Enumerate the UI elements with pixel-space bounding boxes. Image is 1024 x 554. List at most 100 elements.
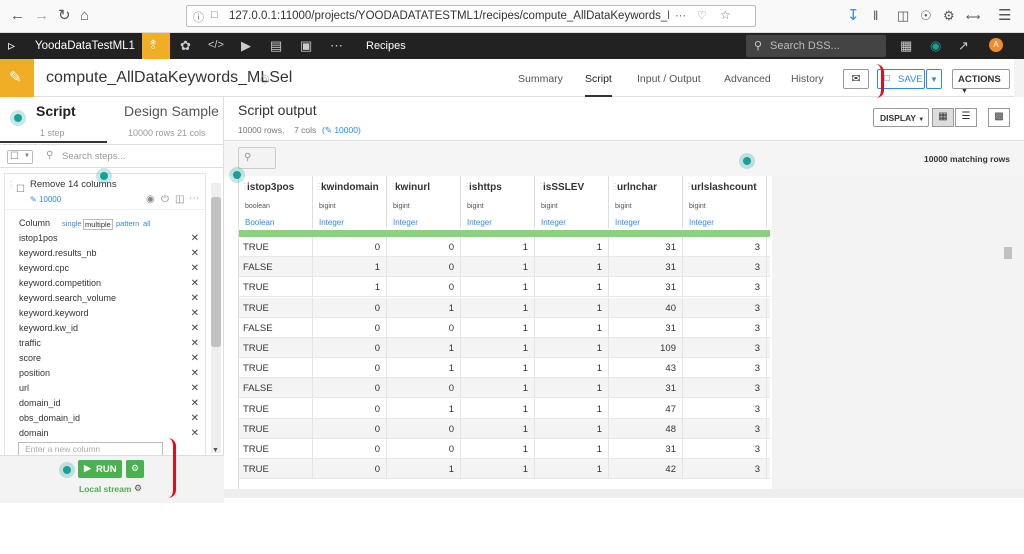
column-meaning[interactable]: Integer	[541, 218, 566, 227]
actions-button[interactable]: ACTIONS ▼	[952, 69, 1010, 95]
drag-handle-icon[interactable]: ⋮	[7, 180, 15, 189]
table-cell[interactable]: 0	[313, 237, 387, 257]
table-cell[interactable]: 1	[461, 398, 535, 419]
table-cell[interactable]: 0	[387, 418, 461, 439]
table-cell[interactable]: 0	[313, 398, 387, 419]
remove-column-icon[interactable]: ✕	[191, 428, 199, 439]
table-cell[interactable]: TRUE	[239, 297, 313, 318]
table-cell[interactable]: 47	[609, 398, 683, 419]
table-cell[interactable]: 1	[461, 418, 535, 439]
table-cell[interactable]: 1	[387, 297, 461, 318]
column-meaning[interactable]: Boolean	[245, 218, 274, 227]
step-checkbox[interactable]: ☐	[16, 184, 25, 195]
remove-columns-step[interactable]: ⋮ ☐ Remove 14 columns ✎ 10000 ◉ ⏻ ◫ ⋯ Co…	[4, 173, 206, 456]
table-cell[interactable]: 0	[313, 317, 387, 338]
forward-icon[interactable]: →	[34, 7, 49, 25]
extension2-icon[interactable]: ⟷	[966, 9, 980, 27]
tab-design-sample[interactable]: Design Sample	[124, 103, 219, 119]
table-cell[interactable]: 0	[313, 338, 387, 358]
table-cell[interactable]: 1	[461, 358, 535, 379]
dataiku-logo-icon[interactable]: ▹	[8, 37, 15, 54]
help-icon[interactable]: ◉	[930, 38, 941, 54]
table-cell[interactable]: 1	[535, 338, 609, 358]
back-icon[interactable]: ←	[10, 7, 25, 25]
table-cell[interactable]: 0	[313, 439, 387, 459]
table-cell[interactable]: 1	[387, 338, 461, 358]
table-cell[interactable]: 1	[535, 358, 609, 379]
table-cell[interactable]: 1	[535, 297, 609, 318]
table-cell[interactable]: 3	[683, 317, 767, 338]
table-cell[interactable]: 0	[387, 237, 461, 257]
drag-handle-icon[interactable]: ⋮	[463, 182, 471, 191]
table-cell[interactable]: 40	[609, 297, 683, 318]
table-cell[interactable]: 0	[313, 378, 387, 399]
tab-advanced[interactable]: Advanced	[724, 73, 771, 85]
table-cell[interactable]: TRUE	[239, 358, 313, 379]
eye-icon[interactable]: ◉	[146, 194, 155, 205]
remove-column-icon[interactable]: ✕	[191, 248, 199, 259]
save-button[interactable]: □ SAVE	[877, 69, 925, 89]
column-meaning[interactable]: Integer	[393, 218, 418, 227]
step-more-icon[interactable]: ⋯	[189, 193, 199, 204]
column-header[interactable]: urlslashcount bigint Integer ⋮	[683, 176, 767, 228]
table-cell[interactable]: 42	[609, 459, 683, 480]
column-header[interactable]: isSSLEV bigint Integer ⋮	[535, 176, 609, 228]
table-cell[interactable]: 1	[313, 257, 387, 278]
column-name[interactable]: kwindomain	[321, 182, 379, 193]
flow-button[interactable]: ⥉	[142, 33, 170, 59]
table-cell[interactable]: 1	[535, 237, 609, 257]
table-cell[interactable]: 31	[609, 439, 683, 459]
table-cell[interactable]: 1	[461, 459, 535, 480]
remove-column-icon[interactable]: ✕	[191, 323, 199, 334]
table-cell[interactable]: 1	[461, 237, 535, 257]
select-all-checkbox[interactable]: ☐ ▼	[7, 150, 33, 164]
column-name[interactable]: urlslashcount	[691, 182, 757, 193]
column-name[interactable]: istop3pos	[247, 182, 294, 193]
table-cell[interactable]: TRUE	[239, 277, 313, 298]
recipes-nav-label[interactable]: Recipes	[366, 40, 406, 52]
table-cell[interactable]: 1	[461, 297, 535, 318]
table-cell[interactable]: 1	[387, 358, 461, 379]
engine-label[interactable]: Local stream	[79, 484, 131, 494]
remove-column-icon[interactable]: ✕	[191, 233, 199, 244]
column-name[interactable]: urlnchar	[617, 182, 657, 193]
avatar[interactable]: A	[989, 38, 1003, 52]
table-cell[interactable]: 3	[683, 237, 767, 257]
table-cell[interactable]: 3	[683, 277, 767, 298]
table-cell[interactable]: 3	[683, 297, 767, 318]
tab-summary[interactable]: Summary	[518, 73, 563, 85]
url-text[interactable]: 127.0.0.1:11000/projects/YOODADATATESTML…	[229, 10, 669, 22]
remove-column-icon[interactable]: ✕	[191, 413, 199, 424]
column-meaning[interactable]: Integer	[689, 218, 714, 227]
remove-column-icon[interactable]: ✕	[191, 278, 199, 289]
save-dropdown-button[interactable]: ▼	[926, 69, 942, 89]
activity-icon[interactable]: ↗	[958, 38, 969, 54]
table-cell[interactable]: 31	[609, 237, 683, 257]
table-cell[interactable]: FALSE	[239, 257, 313, 278]
page-scrollbar[interactable]	[1014, 59, 1024, 97]
table-cell[interactable]: TRUE	[239, 237, 313, 257]
mode-all[interactable]: all	[143, 219, 151, 228]
table-cell[interactable]: 1	[535, 439, 609, 459]
account-icon[interactable]: ☉	[920, 7, 932, 25]
search-dss-input[interactable]: ⚲ Search DSS...	[746, 35, 886, 57]
engine-gear-icon[interactable]: ⚙	[134, 483, 142, 494]
table-cell[interactable]: TRUE	[239, 338, 313, 358]
menu-icon[interactable]: ☰	[998, 7, 1011, 25]
table-cell[interactable]: 0	[387, 378, 461, 399]
table-cell[interactable]: 0	[313, 418, 387, 439]
code-icon[interactable]: </>	[208, 39, 224, 51]
table-cell[interactable]: 0	[313, 297, 387, 318]
sample-badge[interactable]: (✎ 10000)	[322, 125, 361, 136]
table-cell[interactable]: 1	[535, 378, 609, 399]
drag-handle-icon[interactable]: ⋮	[611, 182, 619, 191]
grid-horizontal-scrollbar[interactable]	[224, 489, 1024, 498]
table-cell[interactable]: 1	[313, 277, 387, 298]
scroll-down-icon[interactable]: ▼	[212, 447, 219, 454]
remove-column-icon[interactable]: ✕	[191, 263, 199, 274]
edit-title-icon[interactable]: ◎	[260, 72, 270, 85]
run-settings-button[interactable]: ⚙	[126, 460, 144, 478]
table-cell[interactable]: 43	[609, 358, 683, 379]
table-cell[interactable]: 1	[461, 338, 535, 358]
table-cell[interactable]: 0	[313, 358, 387, 379]
